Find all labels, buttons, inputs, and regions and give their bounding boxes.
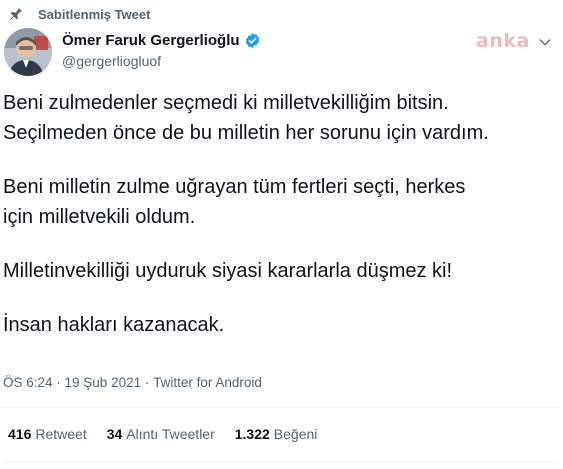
pin-icon [10, 8, 22, 20]
quote-count: 34 [106, 426, 123, 442]
quote-stat[interactable]: 34 Alıntı Tweetler [107, 426, 215, 442]
tweet-meta: ÖS 6:24 · 19 Şub 2021 · Twitter for Andr… [3, 375, 262, 390]
quote-label: Alıntı Tweetler [126, 426, 215, 442]
avatar-image [4, 28, 52, 76]
retweet-label: Retweet [35, 426, 87, 442]
meta-separator: · [52, 375, 65, 390]
tweet-time[interactable]: ÖS 6:24 [3, 375, 53, 390]
like-count: 1.322 [234, 426, 270, 442]
tweet-paragraph: Milletinvekilliği uyduruk siyasi kararla… [3, 260, 453, 282]
chevron-down-icon[interactable] [537, 34, 553, 50]
tweet-date[interactable]: 19 Şub 2021 [65, 375, 142, 390]
author-names: Ömer Faruk Gergerlioğlu @gergerliogluof [62, 32, 261, 69]
display-name[interactable]: Ömer Faruk Gergerlioğlu [62, 32, 240, 49]
handle[interactable]: @gergerliogluof [62, 53, 261, 69]
meta-separator: · [141, 375, 154, 390]
tweet-client[interactable]: Twitter for Android [153, 375, 262, 390]
pinned-label: Sabitlenmiş Tweet [38, 6, 151, 22]
like-label: Beğeni [273, 426, 318, 442]
avatar[interactable] [4, 28, 52, 76]
divider [3, 407, 559, 408]
verified-badge-icon [245, 33, 259, 48]
tweet-paragraph: İnsan hakları kazanacak. [3, 314, 225, 336]
retweet-count: 416 [8, 426, 32, 442]
retweet-stat[interactable]: 416 Retweet [8, 426, 87, 442]
tweet-text: Beni zulmedenler seçmedi ki milletvekill… [3, 88, 559, 364]
tweet-stats: 416 Retweet 34 Alıntı Tweetler 1.322 Beğeni [8, 426, 337, 442]
watermark-logo: anka [476, 30, 530, 52]
tweet-paragraph: Beni zulmedenler seçmedi ki milletvekill… [3, 92, 489, 144]
divider [3, 462, 559, 463]
tweet-paragraph: Beni milletin zulme uğrayan tüm fertleri… [3, 176, 466, 228]
like-stat[interactable]: 1.322 Beğeni [235, 426, 318, 442]
pinned-tweet-header: Sabitlenmiş Tweet [8, 6, 150, 22]
